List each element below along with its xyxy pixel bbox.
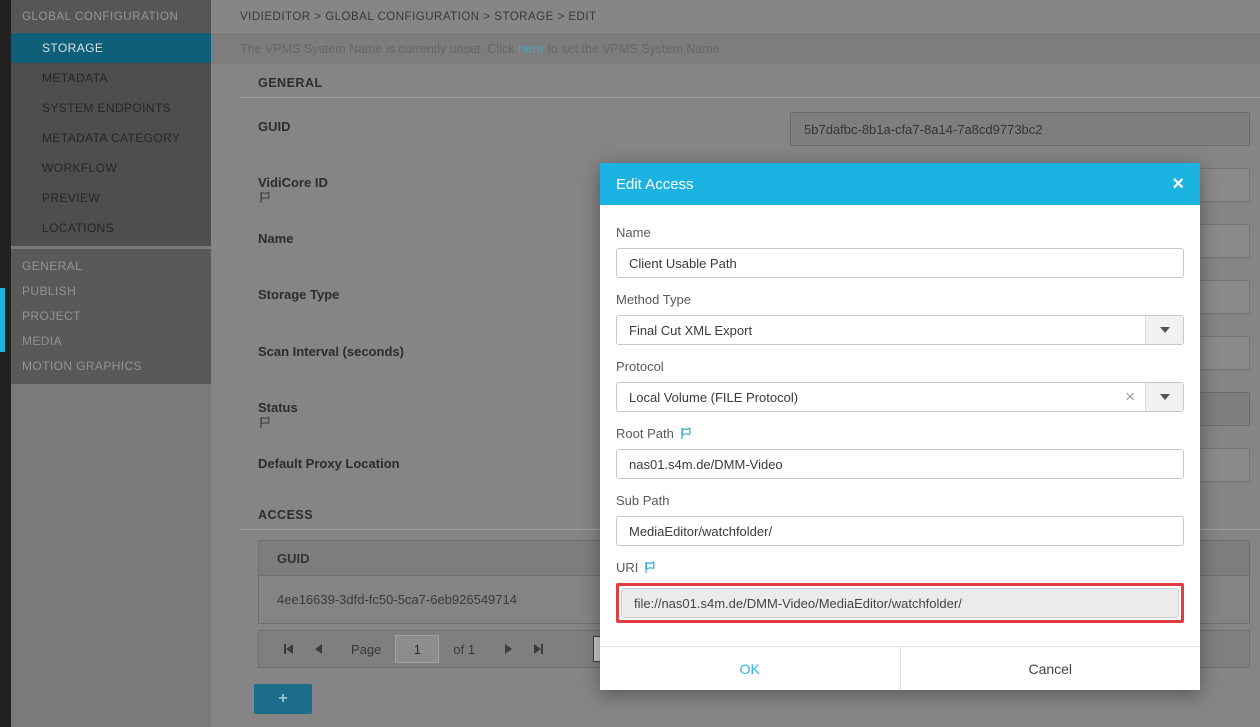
protocol-select[interactable]: Local Volume (FILE Protocol) ×	[616, 382, 1184, 412]
sidebar-secondary-menu: GENERAL PUBLISH PROJECT MEDIA MOTION GRA…	[11, 249, 211, 384]
sidebar-primary-menu: STORAGE METADATA SYSTEM ENDPOINTS METADA…	[11, 33, 211, 246]
add-access-button[interactable]: +	[254, 684, 312, 714]
flag-icon	[258, 416, 303, 429]
flag-icon	[258, 191, 333, 204]
ok-button[interactable]: OK	[600, 647, 901, 690]
notification-link-here[interactable]: here	[518, 42, 543, 56]
name-label: Name	[258, 231, 293, 246]
sidebar-item-publish[interactable]: PUBLISH	[11, 278, 211, 303]
default-proxy-location-label: Default Proxy Location	[258, 456, 400, 471]
guid-column-header: GUID	[277, 551, 310, 566]
next-page-button[interactable]	[493, 636, 523, 662]
scan-interval-label: Scan Interval (seconds)	[258, 344, 404, 359]
left-edge-panel	[0, 0, 11, 727]
modal-sub-path-label: Sub Path	[616, 493, 1184, 508]
cancel-button[interactable]: Cancel	[901, 647, 1201, 690]
sidebar-item-storage[interactable]: STORAGE	[11, 33, 211, 63]
modal-method-type-label: Method Type	[616, 292, 1184, 307]
sidebar-item-workflow[interactable]: WORKFLOW	[11, 153, 211, 183]
modal-root-path-label: Root Path	[616, 426, 1184, 441]
breadcrumb[interactable]: VIDIEDITOR > GLOBAL CONFIGURATION > STOR…	[211, 0, 1260, 33]
sidebar-item-motion-graphics[interactable]: MOTION GRAPHICS	[11, 353, 211, 378]
row-guid-value: 4ee16639-3dfd-fc50-5ca7-6eb926549714	[277, 592, 517, 607]
sidebar-item-metadata[interactable]: METADATA	[11, 63, 211, 93]
page-number-input[interactable]	[395, 635, 439, 663]
sidebar-header: GLOBAL CONFIGURATION	[11, 0, 211, 33]
modal-protocol-label: Protocol	[616, 359, 1184, 374]
flag-icon	[679, 427, 692, 440]
general-section-rule	[241, 97, 1260, 98]
sidebar: GLOBAL CONFIGURATION STORAGE METADATA SY…	[11, 0, 211, 727]
prev-page-button[interactable]	[303, 636, 333, 662]
modal-uri-label: URI	[616, 560, 1184, 575]
modal-title: Edit Access	[616, 176, 1172, 193]
uri-highlight-box	[616, 583, 1184, 623]
notification-bar: The VPMS System Name is currently unset.…	[211, 33, 1260, 64]
sidebar-item-project[interactable]: PROJECT	[11, 303, 211, 328]
uri-field	[621, 588, 1179, 618]
modal-header: Edit Access ×	[600, 163, 1200, 205]
chevron-down-icon[interactable]	[1145, 383, 1183, 411]
guid-label: GUID	[258, 119, 291, 134]
page-label: Page	[351, 642, 381, 657]
clear-icon[interactable]: ×	[1125, 383, 1135, 411]
notification-text: The VPMS System Name is currently unset.…	[240, 42, 514, 56]
first-page-button[interactable]	[273, 636, 303, 662]
last-page-button[interactable]	[523, 636, 553, 662]
sidebar-item-preview[interactable]: PREVIEW	[11, 183, 211, 213]
notification-text-post: to set the VPMS System Name.	[547, 42, 723, 56]
sidebar-item-general[interactable]: GENERAL	[11, 253, 211, 278]
modal-name-label: Name	[616, 225, 1184, 240]
sidebar-item-metadata-category[interactable]: METADATA CATEGORY	[11, 123, 211, 153]
page-of-label: of 1	[453, 642, 475, 657]
method-type-select[interactable]: Final Cut XML Export	[616, 315, 1184, 345]
access-section-title: ACCESS	[258, 508, 313, 522]
sidebar-item-system-endpoints[interactable]: SYSTEM ENDPOINTS	[11, 93, 211, 123]
storage-type-label: Storage Type	[258, 287, 339, 302]
flag-icon	[643, 561, 656, 574]
root-path-input[interactable]	[616, 449, 1184, 479]
chevron-down-icon[interactable]	[1145, 316, 1183, 344]
vidicore-id-label: VidiCore ID	[258, 175, 333, 203]
status-label: Status	[258, 400, 303, 428]
scrollbar-thumb[interactable]	[0, 288, 5, 352]
protocol-value: Local Volume (FILE Protocol)	[629, 390, 798, 405]
sidebar-item-media[interactable]: MEDIA	[11, 328, 211, 353]
sidebar-item-locations[interactable]: LOCATIONS	[11, 213, 211, 243]
modal-name-input[interactable]	[616, 248, 1184, 278]
modal-footer: OK Cancel	[600, 646, 1200, 690]
close-icon[interactable]: ×	[1172, 174, 1184, 194]
edit-access-modal: Edit Access × Name Method Type Final Cut…	[600, 163, 1200, 690]
sub-path-input[interactable]	[616, 516, 1184, 546]
general-section-title: GENERAL	[258, 76, 323, 90]
guid-value-field: 5b7dafbc-8b1a-cfa7-8a14-7a8cd9773bc2	[790, 112, 1250, 146]
modal-body: Name Method Type Final Cut XML Export Pr…	[600, 205, 1200, 623]
app-window: GLOBAL CONFIGURATION STORAGE METADATA SY…	[0, 0, 1260, 727]
method-type-value: Final Cut XML Export	[629, 323, 752, 338]
